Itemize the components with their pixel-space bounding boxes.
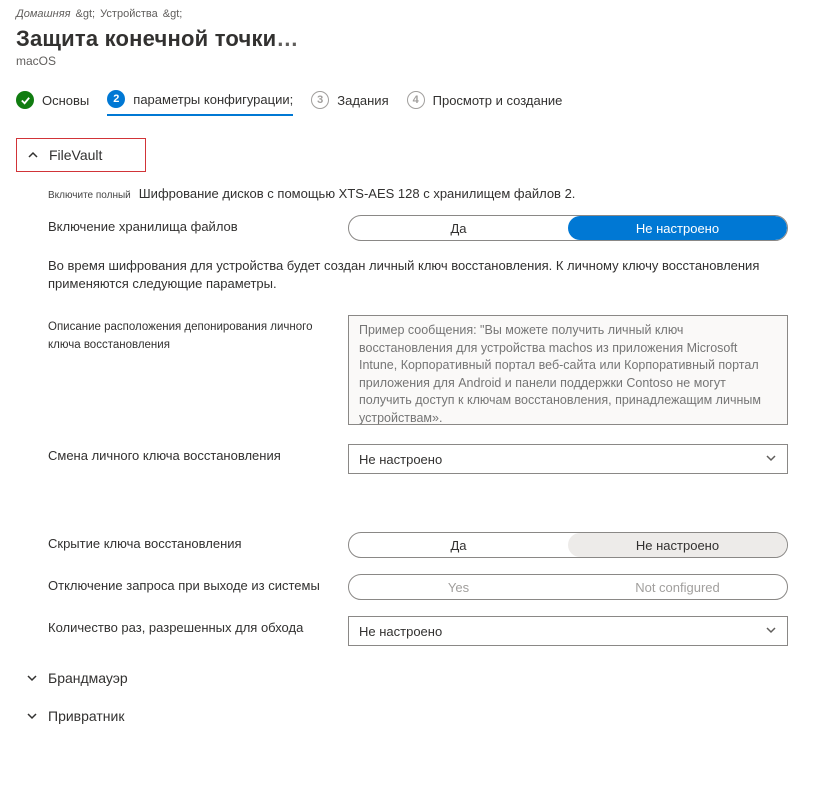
step-config[interactable]: 2 параметры конфигурации;	[107, 90, 293, 116]
step-number-4: 4	[407, 91, 425, 109]
step-config-label: параметры конфигурации;	[133, 92, 293, 107]
enable-filevault-label: Включение хранилища файлов	[48, 215, 328, 234]
hide-key-label: Скрытие ключа восстановления	[48, 532, 328, 551]
wizard-stepper: Основы 2 параметры конфигурации; 3 Задан…	[16, 90, 797, 116]
bypass-label: Количество раз, разрешенных для обхода	[48, 616, 328, 635]
filevault-body: Включите полный Шифрование дисков с помо…	[16, 172, 797, 646]
step-number-3: 3	[311, 91, 329, 109]
breadcrumb-home[interactable]: Домашняя	[16, 8, 70, 20]
chevron-down-icon	[765, 452, 777, 467]
step-assignments[interactable]: 3 Задания	[311, 91, 388, 115]
step-review[interactable]: 4 Просмотр и создание	[407, 91, 563, 115]
hide-key-notconfigured[interactable]: Не настроено	[568, 533, 787, 557]
filevault-desc-prefix: Включите полный	[48, 190, 131, 201]
escrow-desc-input[interactable]	[348, 315, 788, 425]
section-firewall-toggle[interactable]: Брандмауэр	[16, 662, 797, 694]
step-basics[interactable]: Основы	[16, 91, 89, 115]
recovery-key-info: Во время шифрования для устройства будет…	[48, 257, 768, 293]
breadcrumb-sep2: &gt;	[163, 8, 183, 20]
hide-key-yes[interactable]: Да	[349, 533, 568, 557]
bypass-value: Не настроено	[359, 624, 442, 639]
rotation-value: Не настроено	[359, 452, 442, 467]
step-number-2: 2	[107, 90, 125, 108]
section-firewall-title: Брандмауэр	[48, 670, 128, 686]
breadcrumb: Домашняя &gt; Устройства &gt;	[16, 8, 797, 20]
page-title-text: Защита конечной точки	[16, 26, 276, 51]
chevron-down-icon	[26, 710, 38, 722]
section-gatekeeper-toggle[interactable]: Привратник	[16, 700, 797, 732]
enable-filevault-notconfigured[interactable]: Не настроено	[568, 216, 787, 240]
page-title: Защита конечной точки…	[16, 26, 797, 52]
disable-prompt-label: Отключение запроса при выходе из системы	[48, 574, 328, 593]
enable-filevault-toggle[interactable]: Да Не настроено	[348, 215, 788, 241]
breadcrumb-sep: &gt;	[76, 8, 96, 20]
step-basics-label: Основы	[42, 93, 89, 108]
rotation-select[interactable]: Не настроено	[348, 444, 788, 474]
chevron-down-icon	[765, 624, 777, 639]
step-assignments-label: Задания	[337, 93, 388, 108]
filevault-desc: Шифрование дисков с помощью XTS-AES 128 …	[139, 186, 576, 201]
title-ellipsis: …	[276, 26, 299, 51]
check-icon	[16, 91, 34, 109]
chevron-up-icon	[27, 149, 39, 161]
hide-key-toggle[interactable]: Да Не настроено	[348, 532, 788, 558]
disable-prompt-notconfigured[interactable]: Not configured	[568, 575, 787, 599]
page-subtitle: macOS	[16, 54, 797, 68]
breadcrumb-devices[interactable]: Устройства	[100, 8, 158, 20]
section-filevault-toggle[interactable]: FileVault	[16, 138, 146, 172]
enable-filevault-yes[interactable]: Да	[349, 216, 568, 240]
rotation-label: Смена личного ключа восстановления	[48, 444, 328, 463]
disable-prompt-toggle[interactable]: Yes Not configured	[348, 574, 788, 600]
step-review-label: Просмотр и создание	[433, 93, 563, 108]
chevron-down-icon	[26, 672, 38, 684]
section-gatekeeper-title: Привратник	[48, 708, 124, 724]
escrow-desc-label: Описание расположения депонирования личн…	[48, 315, 328, 354]
section-filevault-title: FileVault	[49, 147, 102, 163]
disable-prompt-yes[interactable]: Yes	[349, 575, 568, 599]
bypass-select[interactable]: Не настроено	[348, 616, 788, 646]
